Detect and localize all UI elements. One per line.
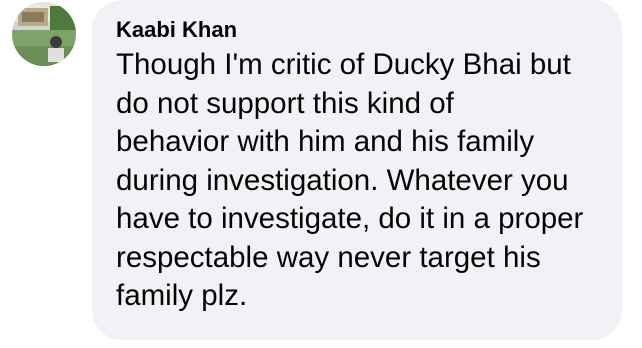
comment-author[interactable]: Kaabi Khan (116, 16, 237, 44)
avatar-photo (12, 2, 76, 66)
comment-bubble: Kaabi Khan Though I'm critic of Ducky Bh… (92, 0, 622, 340)
comment-text-line: during investigation. Whatever you (116, 163, 569, 197)
comment-text-line: respectable way never target his (116, 240, 541, 274)
comment-text-line: have to investigate, do it in a proper (116, 202, 584, 235)
comment-text-line: family plz. (116, 279, 248, 312)
comment-text-line: behavior with him and his family (116, 125, 535, 158)
comment-text-line: do not support this kind of (116, 86, 454, 120)
comment-text: Though I'm critic of Ducky Bhai but do n… (116, 46, 602, 316)
profile-avatar[interactable] (12, 2, 76, 66)
comment-text-line: Though I'm critic of Ducky Bhai but (116, 48, 571, 81)
